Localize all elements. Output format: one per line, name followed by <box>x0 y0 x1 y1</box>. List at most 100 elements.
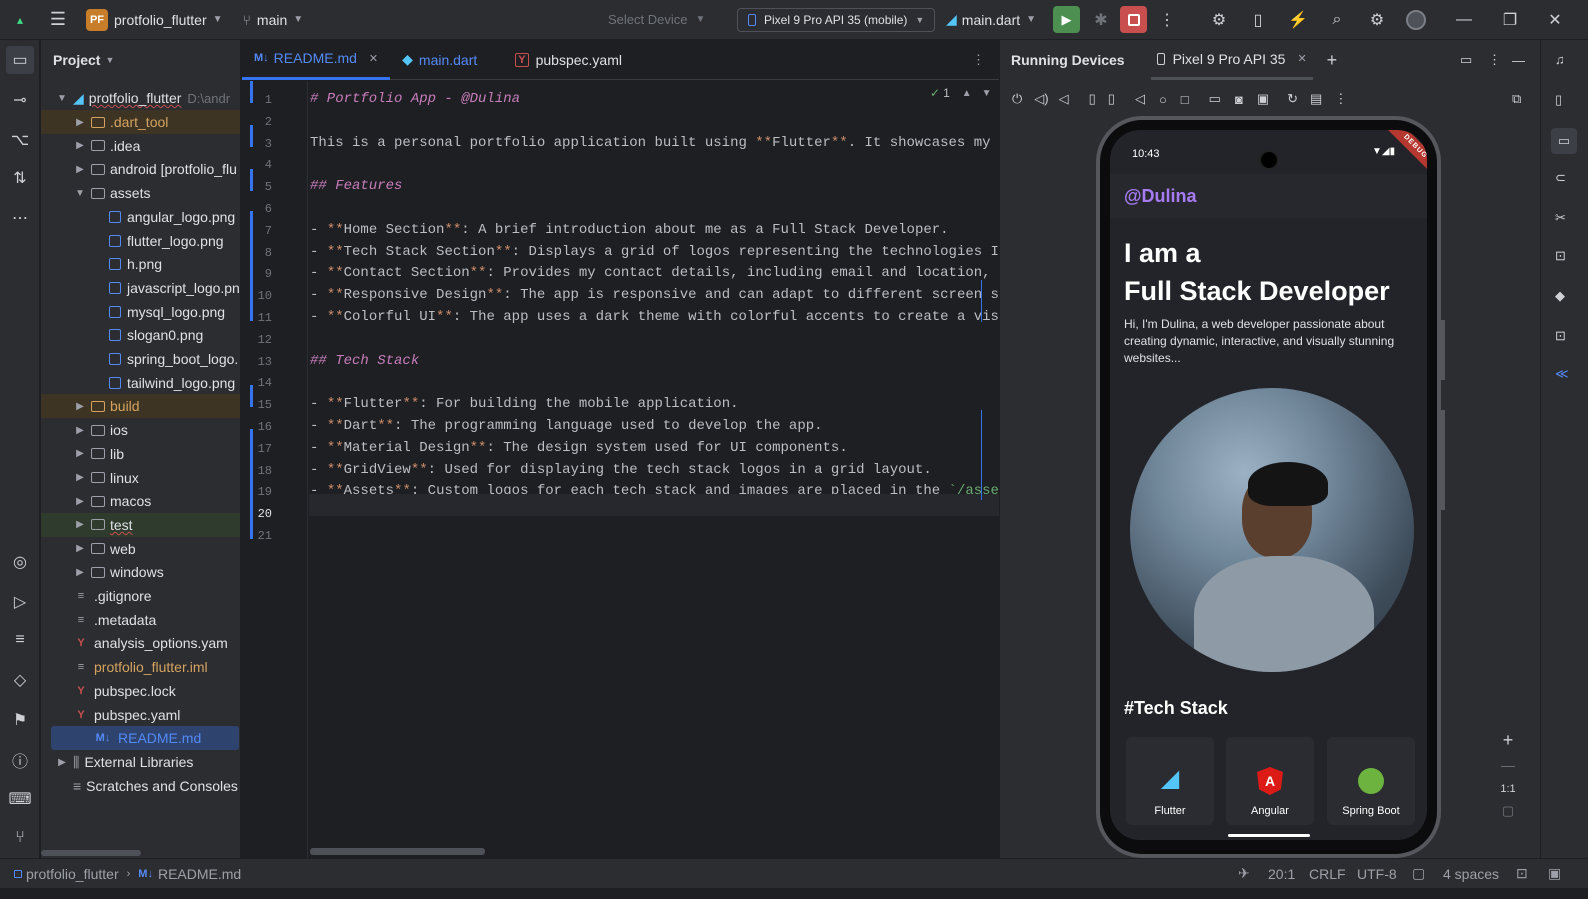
close-icon[interactable]: ✕ <box>369 52 378 65</box>
tab-options-icon[interactable]: ⋮ <box>972 52 985 68</box>
tree-row[interactable]: Ypubspec.yaml <box>41 703 240 727</box>
zoom-in-icon[interactable]: + <box>1503 730 1514 751</box>
tree-row[interactable]: spring_boot_logo. <box>41 347 240 371</box>
more-actions-icon[interactable]: ⋮ <box>1488 52 1501 68</box>
logcat-icon[interactable]: ≡ <box>6 626 34 654</box>
tree-row[interactable]: ▶ test <box>41 512 240 537</box>
tab-device[interactable]: Pixel 9 Pro API 35 ✕ <box>1150 40 1313 80</box>
gemini-icon[interactable]: ◆ <box>1555 288 1565 304</box>
fold-icon[interactable]: ▭ <box>1209 91 1221 107</box>
code-line[interactable]: - **Flutter**: For building the mobile a… <box>310 396 998 412</box>
home-icon[interactable]: ○ <box>1159 92 1167 107</box>
main-menu-icon[interactable]: ☰ <box>44 6 72 34</box>
chevron-right-icon[interactable]: ▶ <box>73 496 87 507</box>
run-tool-icon[interactable]: ▷ <box>6 588 34 616</box>
rotate-left-icon[interactable]: ▯ <box>1089 91 1096 107</box>
indent-setting[interactable]: 4 spaces <box>1443 866 1499 882</box>
more-actions-icon[interactable]: ⋮ <box>1334 91 1347 107</box>
tab-pubspec[interactable]: Y pubspec.yaml <box>503 40 634 80</box>
code-line[interactable]: ## Tech Stack <box>310 353 998 369</box>
minimize-icon[interactable]: — <box>1450 6 1478 34</box>
code-line[interactable]: This is a personal portfolio application… <box>310 135 998 151</box>
chevron-right-icon[interactable]: ▶ <box>73 448 87 459</box>
ai-assistant-icon[interactable]: ✈ <box>1238 865 1250 882</box>
code-line[interactable]: - **Material Design**: The design system… <box>310 440 998 456</box>
back-icon[interactable]: ◁ <box>1135 91 1145 107</box>
structure-icon[interactable]: ⌥ <box>6 126 34 154</box>
code-line[interactable]: - **Home Section**: A brief introduction… <box>310 222 998 238</box>
commit-icon[interactable]: ⊸ <box>6 86 34 114</box>
memory-indicator-icon[interactable]: ▣ <box>1548 865 1561 882</box>
device-dropdown[interactable]: Pixel 9 Pro API 35 (mobile) ▼ <box>737 8 936 32</box>
chevron-right-icon[interactable]: ▶ <box>73 164 87 175</box>
stop-button[interactable] <box>1120 6 1147 33</box>
tab-main-dart[interactable]: ◆ main.dart <box>390 40 489 80</box>
project-selector[interactable]: PF protfolio_flutter ▼ <box>86 8 223 31</box>
tree-row[interactable]: h.png <box>41 252 240 276</box>
lock-icon[interactable]: ⊡ <box>1516 865 1528 882</box>
run-button[interactable]: ▶ <box>1053 6 1080 33</box>
close-icon[interactable]: ✕ <box>1297 52 1306 65</box>
running-devices-icon[interactable]: ▭ <box>1551 128 1577 154</box>
gem-icon[interactable]: ◇ <box>6 666 34 694</box>
problems-icon[interactable]: ⓘ <box>6 746 34 774</box>
tech-card-angular[interactable]: A Angular <box>1226 737 1314 825</box>
cursor-position[interactable]: 20:1 <box>1268 866 1295 882</box>
more-actions-icon[interactable]: ⋮ <box>1153 6 1181 34</box>
git-icon[interactable]: ⑂ <box>6 824 34 852</box>
project-root-row[interactable]: ▼ ◢ protfolio_flutter D:\andr <box>41 86 240 110</box>
app-inspection-icon[interactable]: ⚙ <box>1205 6 1233 34</box>
settings-icon[interactable]: ⚙ <box>1363 6 1391 34</box>
tree-row[interactable]: ▶ macos <box>41 489 240 513</box>
code-line[interactable]: - **Colorful UI**: The app uses a dark t… <box>310 309 998 325</box>
chevron-right-icon[interactable]: ▶ <box>73 543 87 554</box>
more-tools-icon[interactable]: ⋯ <box>6 204 34 232</box>
device-manager-icon[interactable]: ▯ <box>1244 6 1272 34</box>
tech-card-spring-boot[interactable]: Spring Boot <box>1327 737 1415 825</box>
tree-row[interactable]: ≡ protfolio_flutter.iml <box>41 655 240 679</box>
add-icon[interactable]: + <box>1327 50 1338 71</box>
code-line[interactable]: - **Responsive Design**: The app is resp… <box>310 287 998 303</box>
breadcrumb-project[interactable]: protfolio_flutter <box>26 866 119 882</box>
app-quality-icon[interactable]: ⚑ <box>6 706 34 734</box>
screenshot-icon[interactable]: ◙ <box>1235 92 1243 107</box>
tree-row[interactable]: flutter_logo.png <box>41 229 240 253</box>
run-config-dropdown[interactable]: ◢ main.dart ▼ <box>946 11 1036 28</box>
tree-row[interactable]: ▶ web <box>41 537 240 561</box>
tree-row[interactable]: ▶ windows <box>41 560 240 584</box>
display-settings-icon[interactable]: ▤ <box>1310 91 1322 107</box>
code-line[interactable]: - **Contact Section**: Provides my conta… <box>310 265 998 281</box>
tree-row[interactable]: javascript_logo.pn <box>41 276 240 300</box>
tree-row[interactable]: Yanalysis_options.yam <box>41 631 240 655</box>
tools-icon[interactable]: ✂ <box>1555 210 1566 226</box>
pull-requests-icon[interactable]: ⇅ <box>6 164 34 192</box>
debug-icon[interactable]: ✱ <box>1087 6 1115 34</box>
gesture-bar[interactable] <box>1228 834 1310 837</box>
tree-row[interactable]: ▶ linux <box>41 466 240 490</box>
terminal-icon[interactable]: ⌨ <box>6 785 34 813</box>
code-line[interactable]: - **Tech Stack Section**: Displays a gri… <box>310 244 998 260</box>
zoom-out-icon[interactable]: — <box>1501 757 1515 773</box>
volume-down-icon[interactable]: ◁ <box>1059 91 1069 107</box>
chevron-right-icon[interactable]: ▶ <box>73 140 87 151</box>
file-encoding[interactable]: UTF-8 <box>1357 866 1397 882</box>
hot-reload-icon[interactable]: ⚡ <box>1284 6 1312 34</box>
zoom-fit-icon[interactable]: ▢ <box>1502 803 1514 819</box>
line-separator[interactable]: CRLF <box>1309 866 1346 882</box>
flutter-outline-icon[interactable]: ≪ <box>1555 366 1569 382</box>
screen-record-icon[interactable]: ▣ <box>1257 91 1269 107</box>
code-line[interactable]: - **Dart**: The programming language use… <box>310 418 998 434</box>
code-line[interactable]: ## Features <box>310 178 998 194</box>
chevron-right-icon[interactable]: ▶ <box>73 401 87 412</box>
external-libraries-row[interactable]: ▶ ⫼ External Libraries <box>41 750 240 774</box>
select-device-dropdown[interactable]: Select Device ▼ <box>608 12 705 27</box>
chevron-right-icon[interactable]: ▶ <box>73 117 87 128</box>
tree-row[interactable]: ▶ build <box>41 394 240 419</box>
project-panel-header[interactable]: Project ▼ <box>53 52 114 68</box>
chevron-down-icon[interactable]: ▼ <box>73 188 87 199</box>
tree-row[interactable]: M↓ README.md <box>51 726 239 751</box>
readonly-icon[interactable]: ▢ <box>1412 865 1425 882</box>
tree-row[interactable]: Ypubspec.lock <box>41 679 240 703</box>
mirror-icon[interactable]: ⧉ <box>1512 91 1521 107</box>
tree-row[interactable]: ▶ android [protfolio_flu <box>41 157 240 181</box>
